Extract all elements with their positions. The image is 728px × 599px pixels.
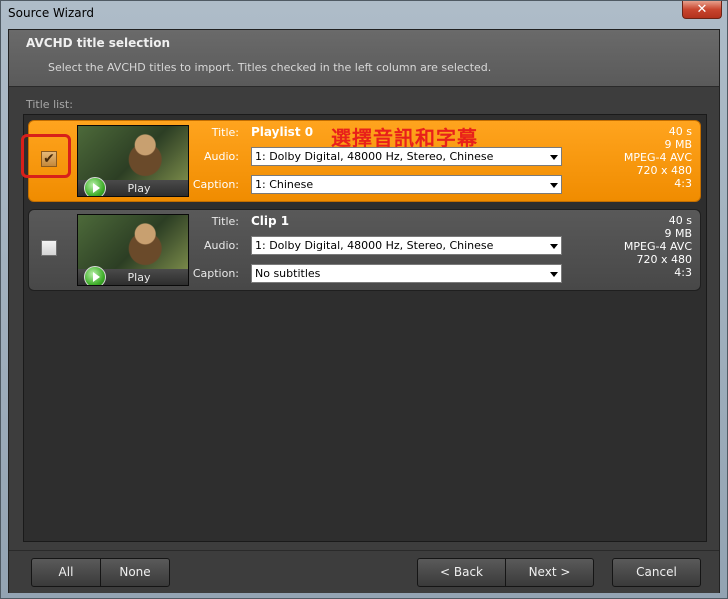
page-subtitle: Select the AVCHD titles to import. Title… — [48, 61, 492, 74]
chevron-down-icon[interactable] — [550, 183, 558, 188]
codec: MPEG-4 AVC — [623, 240, 692, 253]
title-list: ✔ Play Title: Playlist 0 選擇音訊和字幕 Audio: … — [21, 114, 707, 542]
aspect-ratio: 4:3 — [674, 177, 692, 190]
title-label: Title: — [211, 215, 239, 228]
audio-select[interactable]: 1: Dolby Digital, 48000 Hz, Stereo, Chin… — [251, 147, 562, 166]
chevron-down-icon[interactable] — [550, 244, 558, 249]
resolution: 720 x 480 — [636, 253, 693, 266]
aspect-ratio: 4:3 — [674, 266, 692, 279]
audio-value: 1: Dolby Digital, 48000 Hz, Stereo, Chin… — [255, 239, 494, 252]
title-info: 40 s 9 MB MPEG-4 AVC 720 x 480 4:3 — [624, 214, 692, 279]
chevron-down-icon[interactable] — [550, 155, 558, 160]
caption-select[interactable]: 1: Chinese — [251, 175, 562, 194]
title-row-clip-1[interactable]: Play Title: Clip 1 Audio: 1: Dolby Digit… — [28, 209, 701, 291]
select-all-button[interactable]: All — [31, 558, 101, 587]
thumbnail: Play — [77, 214, 189, 286]
audio-label: Audio: — [204, 239, 239, 252]
title-label: Title: — [211, 126, 239, 139]
select-none-button[interactable]: None — [100, 558, 170, 587]
title-name: Playlist 0 — [251, 125, 314, 139]
caption-label: Caption: — [192, 267, 239, 280]
duration: 40 s — [668, 125, 692, 138]
codec: MPEG-4 AVC — [623, 151, 692, 164]
audio-value: 1: Dolby Digital, 48000 Hz, Stereo, Chin… — [255, 150, 494, 163]
title-checkbox[interactable]: ✔ — [41, 151, 57, 167]
audio-select[interactable]: 1: Dolby Digital, 48000 Hz, Stereo, Chin… — [251, 236, 562, 255]
caption-value: No subtitles — [255, 267, 321, 280]
back-button[interactable]: < Back — [417, 558, 506, 587]
title-info: 40 s 9 MB MPEG-4 AVC 720 x 480 4:3 — [624, 125, 692, 190]
caption-label: Caption: — [192, 178, 239, 191]
checkmark-icon: ✔ — [43, 151, 55, 167]
title-row-playlist-0[interactable]: ✔ Play Title: Playlist 0 選擇音訊和字幕 Audio: … — [21, 120, 701, 202]
source-wizard-window: Source Wizard ✕ AVCHD title selection Se… — [0, 0, 728, 599]
window-title: Source Wizard — [8, 6, 94, 20]
cancel-button[interactable]: Cancel — [612, 558, 701, 587]
title-bar[interactable]: Source Wizard ✕ — [1, 1, 727, 28]
file-size: 9 MB — [664, 138, 692, 151]
caption-value: 1: Chinese — [255, 178, 314, 191]
thumbnail-image — [78, 215, 188, 269]
wizard-footer: All None < Back Next > Cancel — [9, 550, 719, 593]
thumbnail-image — [78, 126, 188, 180]
play-icon[interactable] — [84, 177, 106, 196]
next-button[interactable]: Next > — [505, 558, 594, 587]
title-checkbox[interactable] — [41, 240, 57, 256]
title-list-label: Title list: — [26, 98, 73, 111]
caption-select[interactable]: No subtitles — [251, 264, 562, 283]
play-icon[interactable] — [84, 266, 106, 285]
duration: 40 s — [668, 214, 692, 227]
thumbnail: Play — [77, 125, 189, 197]
file-size: 9 MB — [664, 227, 692, 240]
title-name: Clip 1 — [251, 214, 290, 228]
wizard-header: AVCHD title selection Select the AVCHD t… — [9, 30, 719, 87]
page-title: AVCHD title selection — [26, 36, 171, 50]
close-button[interactable]: ✕ — [682, 1, 722, 19]
resolution: 720 x 480 — [636, 164, 693, 177]
wizard-client-area: AVCHD title selection Select the AVCHD t… — [8, 29, 720, 593]
close-icon: ✕ — [696, 2, 708, 17]
audio-label: Audio: — [204, 150, 239, 163]
chevron-down-icon[interactable] — [550, 272, 558, 277]
